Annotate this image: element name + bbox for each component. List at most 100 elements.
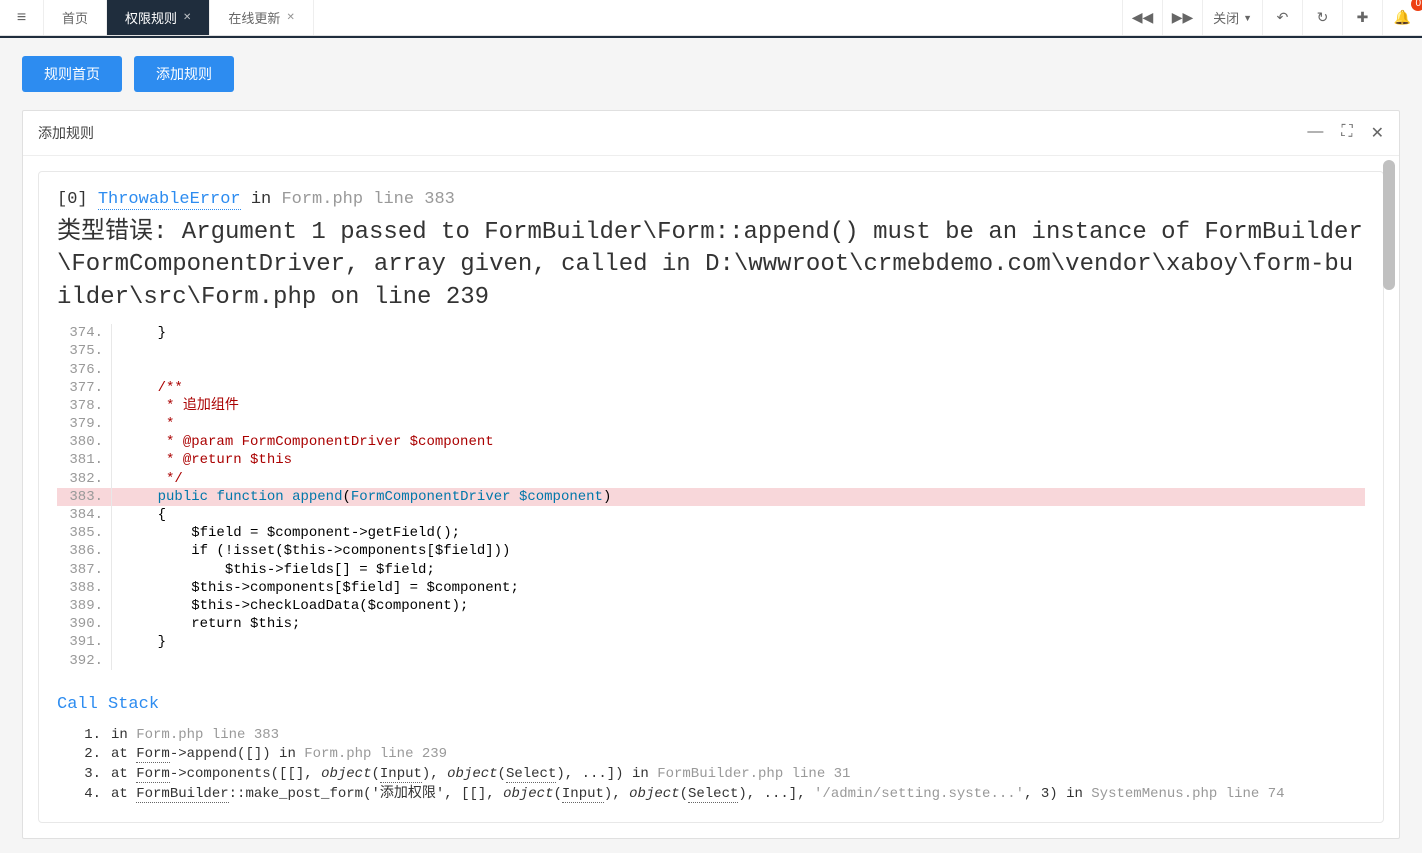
code-text: * @return $this — [112, 451, 1365, 469]
call-stack-title: Call Stack — [57, 695, 1365, 714]
fullscreen-icon[interactable]: ⛶ — [1341, 123, 1352, 143]
gutter: 374. — [57, 324, 112, 342]
chevron-down-icon: ▼ — [1243, 13, 1252, 23]
panel-header: 添加规则 — ⛶ ✕ — [23, 111, 1399, 156]
undo-button[interactable]: ↶ — [1262, 0, 1302, 35]
stack-frame: 3.at Form->components([[], object(Input)… — [79, 765, 1365, 785]
topbar: ≡ 首页 权限规则 ✕ 在线更新 ✕ ◀◀ ▶▶ 关闭 ▼ ↶ ↻ ✚ 🔔 0 — [0, 0, 1422, 36]
error-box: [0] ThrowableError in Form.php line 383 … — [38, 171, 1384, 823]
code-text: if (!isset($this->components[$field])) — [112, 542, 1365, 560]
code-text: public function append(FormComponentDriv… — [112, 488, 1365, 506]
refresh-button[interactable]: ↻ — [1302, 0, 1342, 35]
code-text: $this->fields[] = $field; — [112, 561, 1365, 579]
tab-label: 在线更新 — [228, 8, 280, 27]
code-line: 374. } — [57, 324, 1365, 342]
code-line: 389. $this->checkLoadData($component); — [57, 597, 1365, 615]
panel-controls: — ⛶ ✕ — [1307, 123, 1384, 143]
gutter: 382. — [57, 470, 112, 488]
close-dropdown[interactable]: 关闭 ▼ — [1202, 0, 1262, 35]
tab-permission-rules[interactable]: 权限规则 ✕ — [107, 0, 210, 35]
in-word: in — [251, 190, 271, 209]
stack-frame: 4.at FormBuilder::make_post_form('添加权限',… — [79, 785, 1365, 805]
gutter: 375. — [57, 342, 112, 360]
code-text — [112, 652, 1365, 670]
tab-home[interactable]: 首页 — [44, 0, 107, 35]
gutter: 387. — [57, 561, 112, 579]
topbar-right: ◀◀ ▶▶ 关闭 ▼ ↶ ↻ ✚ 🔔 0 — [1122, 0, 1422, 35]
code-line: 390. return $this; — [57, 615, 1365, 633]
stack-frame: 2.at Form->append([]) in Form.php line 2… — [79, 745, 1365, 765]
code-text: /** — [112, 379, 1365, 397]
error-header: [0] ThrowableError in Form.php line 383 — [57, 190, 1365, 209]
gutter: 377. — [57, 379, 112, 397]
code-text: $this->components[$field] = $component; — [112, 579, 1365, 597]
gutter: 384. — [57, 506, 112, 524]
gutter: 380. — [57, 433, 112, 451]
code-line: 383. public function append(FormComponen… — [57, 488, 1365, 506]
code-line: 384. { — [57, 506, 1365, 524]
code-text: */ — [112, 470, 1365, 488]
error-message: 类型错误: Argument 1 passed to FormBuilder\F… — [57, 217, 1365, 314]
code-listing: 374. }375. 376. 377. /**378. * 追加组件379. … — [57, 324, 1365, 670]
gutter: 392. — [57, 652, 112, 670]
code-line: 387. $this->fields[] = $field; — [57, 561, 1365, 579]
code-text: $field = $component->getField(); — [112, 524, 1365, 542]
gutter: 386. — [57, 542, 112, 560]
gutter: 381. — [57, 451, 112, 469]
code-line: 375. — [57, 342, 1365, 360]
notification-badge: 0 — [1411, 0, 1422, 11]
gutter: 379. — [57, 415, 112, 433]
gutter: 388. — [57, 579, 112, 597]
close-icon[interactable]: ✕ — [183, 12, 191, 23]
code-text — [112, 342, 1365, 360]
bell-icon: 🔔 — [1394, 9, 1411, 26]
content-area: 规则首页 添加规则 添加规则 — ⛶ ✕ [0] ThrowableError … — [0, 38, 1422, 853]
error-class-link[interactable]: ThrowableError — [98, 190, 241, 210]
gutter: 385. — [57, 524, 112, 542]
code-line: 392. — [57, 652, 1365, 670]
code-line: 379. * — [57, 415, 1365, 433]
gutter: 391. — [57, 633, 112, 651]
code-line: 380. * @param FormComponentDriver $compo… — [57, 433, 1365, 451]
rule-home-button[interactable]: 规则首页 — [22, 56, 122, 92]
inner-scrollbar[interactable] — [1383, 160, 1395, 290]
menu-toggle-icon[interactable]: ≡ — [0, 0, 44, 35]
code-text: $this->checkLoadData($component); — [112, 597, 1365, 615]
code-text: * @param FormComponentDriver $component — [112, 433, 1365, 451]
code-text: return $this; — [112, 615, 1365, 633]
code-line: 386. if (!isset($this->components[$field… — [57, 542, 1365, 560]
tab-online-update[interactable]: 在线更新 ✕ — [210, 0, 313, 35]
add-rule-button[interactable]: 添加规则 — [134, 56, 234, 92]
button-row: 规则首页 添加规则 — [22, 56, 1400, 92]
code-line: 381. * @return $this — [57, 451, 1365, 469]
error-index: [0] — [57, 190, 88, 209]
notifications-button[interactable]: 🔔 0 — [1382, 0, 1422, 35]
close-icon[interactable]: ✕ — [286, 12, 294, 23]
tab-label: 首页 — [62, 8, 88, 27]
code-text: } — [112, 633, 1365, 651]
code-line: 382. */ — [57, 470, 1365, 488]
code-text: { — [112, 506, 1365, 524]
tab-label: 权限规则 — [125, 8, 177, 27]
gutter: 389. — [57, 597, 112, 615]
code-text — [112, 361, 1365, 379]
add-rule-panel: 添加规则 — ⛶ ✕ [0] ThrowableError in Form.ph… — [22, 110, 1400, 839]
topbar-left: ≡ 首页 权限规则 ✕ 在线更新 ✕ — [0, 0, 314, 35]
prev-tab-button[interactable]: ◀◀ — [1122, 0, 1162, 35]
error-file: Form.php line 383 — [281, 190, 454, 209]
call-stack-list: 1.in Form.php line 3832.at Form->append(… — [57, 726, 1365, 804]
gutter: 383. — [57, 488, 112, 506]
code-text: } — [112, 324, 1365, 342]
code-text: * — [112, 415, 1365, 433]
add-button[interactable]: ✚ — [1342, 0, 1382, 35]
code-line: 385. $field = $component->getField(); — [57, 524, 1365, 542]
next-tab-button[interactable]: ▶▶ — [1162, 0, 1202, 35]
minimize-icon[interactable]: — — [1307, 123, 1323, 143]
stack-frame: 1.in Form.php line 383 — [79, 726, 1365, 746]
panel-body: [0] ThrowableError in Form.php line 383 … — [23, 156, 1399, 838]
code-line: 376. — [57, 361, 1365, 379]
code-text: * 追加组件 — [112, 397, 1365, 415]
close-icon[interactable]: ✕ — [1371, 123, 1384, 143]
close-label: 关闭 — [1213, 8, 1239, 27]
code-line: 378. * 追加组件 — [57, 397, 1365, 415]
